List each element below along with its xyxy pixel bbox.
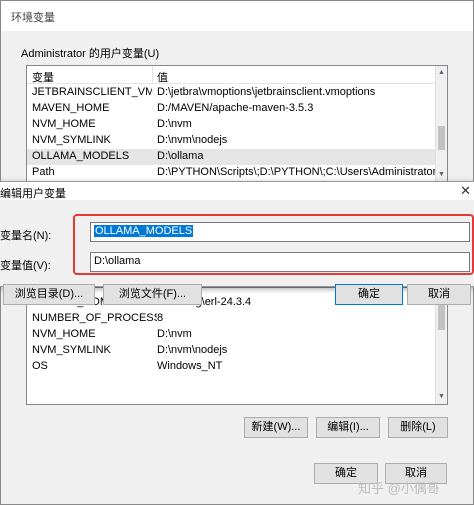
- list-item[interactable]: OS Windows_NT: [27, 359, 447, 375]
- edit-button[interactable]: 编辑(I)...: [316, 417, 380, 438]
- user-vars-group-label: Administrator 的用户变量(U): [21, 48, 160, 60]
- column-header-name[interactable]: 变量: [32, 69, 54, 85]
- watermark-text: 知乎 @小偶哥: [358, 481, 440, 496]
- close-icon[interactable]: ✕: [460, 183, 471, 199]
- edit-ok-button[interactable]: 确定: [335, 284, 403, 305]
- variable-value-label: 变量值(V):: [0, 260, 51, 272]
- list-item[interactable]: Path D:\PYTHON\Scripts\;D:\PYTHON\;C:\Us…: [27, 165, 447, 181]
- system-list-scrollbar[interactable]: ▼: [435, 288, 447, 404]
- column-separator[interactable]: [152, 66, 153, 84]
- scroll-thumb[interactable]: [438, 126, 445, 150]
- user-list-scrollbar[interactable]: ▲ ▼: [435, 66, 447, 182]
- list-item[interactable]: JETBRAINSCLIENT_VM_O... D:\jetbra\vmopti…: [27, 85, 447, 101]
- scroll-up-icon[interactable]: ▲: [436, 67, 447, 79]
- delete-button[interactable]: 删除(L): [388, 417, 448, 438]
- edit-titlebar[interactable]: 编辑用户变量 ✕: [0, 182, 474, 200]
- scroll-down-icon[interactable]: ▼: [436, 391, 447, 403]
- list-item[interactable]: NVM_HOME D:\nvm: [27, 117, 447, 133]
- variable-name-label: 变量名(N):: [0, 230, 52, 242]
- list-item[interactable]: MAVEN_HOME D:/MAVEN/apache-maven-3.5.3: [27, 101, 447, 117]
- browse-directory-button[interactable]: 浏览目录(D)...: [3, 284, 95, 305]
- env-dialog-title: 环境变量: [11, 12, 55, 24]
- edit-dialog-title: 编辑用户变量: [0, 188, 66, 200]
- list-header: 变量 值: [27, 66, 447, 84]
- new-button[interactable]: 新建(W)...: [244, 417, 308, 438]
- list-item[interactable]: NVM_SYMLINK D:\nvm\nodejs: [27, 343, 447, 359]
- scroll-down-icon[interactable]: ▼: [436, 169, 447, 181]
- annotation-highlight-box: [73, 214, 474, 275]
- edit-cancel-button[interactable]: 取消: [407, 284, 471, 305]
- list-item[interactable]: NUMBER_OF_PROCESSORS 8: [27, 311, 447, 327]
- user-variables-list[interactable]: 变量 值 JETBRAINSCLIENT_VM_O... D:\jetbra\v…: [26, 65, 448, 183]
- list-item[interactable]: NVM_SYMLINK D:\nvm\nodejs: [27, 133, 447, 149]
- browse-file-button[interactable]: 浏览文件(F)...: [103, 284, 202, 305]
- list-item-selected[interactable]: OLLAMA_MODELS D:\ollama: [27, 149, 447, 165]
- list-item[interactable]: NVM_HOME D:\nvm: [27, 327, 447, 343]
- column-header-value[interactable]: 值: [157, 69, 168, 85]
- env-titlebar[interactable]: 环境变量: [1, 1, 473, 31]
